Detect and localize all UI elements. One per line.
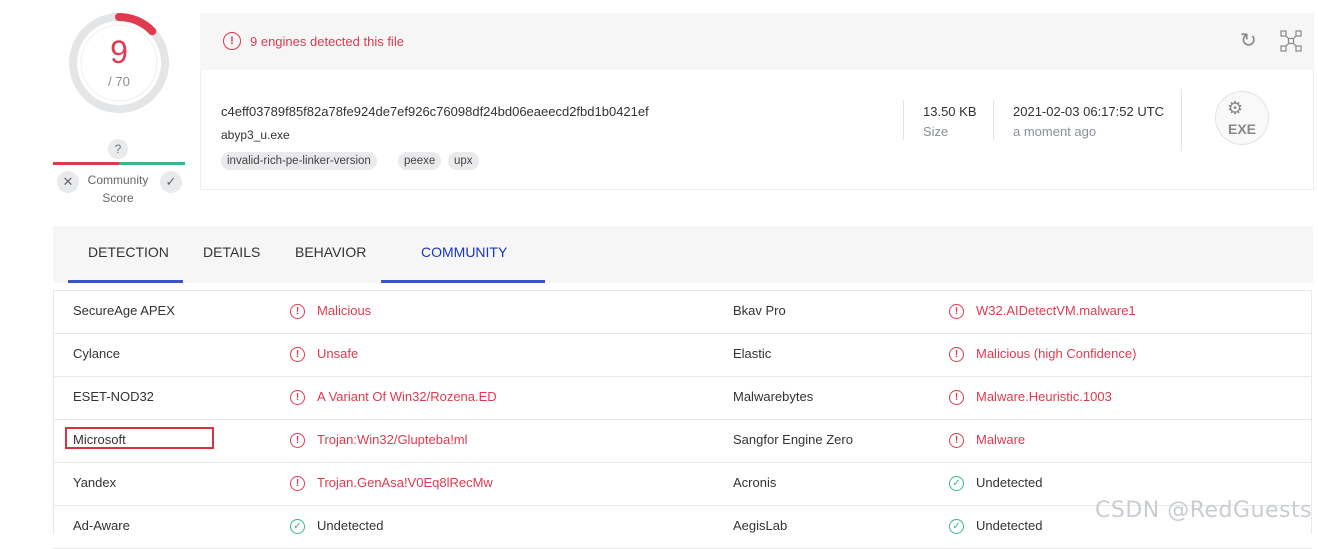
community-score-bar — [53, 162, 185, 165]
detection-result: Malicious (high Confidence) — [976, 346, 1137, 361]
check-circle-icon: ✓ — [290, 519, 305, 534]
graph-icon[interactable] — [1280, 30, 1302, 52]
alert-icon: ! — [223, 32, 241, 50]
row-divider — [53, 462, 1312, 463]
divider — [993, 100, 994, 140]
check-circle-icon: ✓ — [949, 476, 964, 491]
engine-name: AegisLab — [733, 518, 788, 533]
row-divider — [53, 333, 1312, 334]
engine-name: Yandex — [73, 475, 117, 490]
watermark: CSDN @RedGuests — [1095, 498, 1313, 523]
detection-result: W32.AIDetectVM.malware1 — [976, 303, 1136, 318]
divider — [903, 100, 904, 140]
alert-icon: ! — [290, 433, 305, 448]
community-score-label: Community Score — [87, 173, 149, 205]
reload-icon[interactable]: ↻ — [1240, 31, 1260, 51]
highlight-box — [65, 427, 214, 449]
file-tag[interactable]: invalid-rich-pe-linker-version — [221, 152, 377, 170]
analysis-date-relative: a moment ago — [1013, 124, 1097, 139]
check-icon: ✓ — [165, 174, 177, 189]
file-info-panel — [200, 70, 1314, 190]
detection-result: Undetected — [317, 518, 384, 533]
engine-name: Acronis — [733, 475, 777, 490]
file-tag[interactable]: peexe — [398, 152, 442, 170]
engine-name: Cylance — [73, 346, 120, 361]
alert-icon: ! — [290, 390, 305, 405]
tab-behavior[interactable]: BEHAVIOR — [295, 244, 366, 260]
community-negative-bar — [53, 162, 119, 165]
alert-icon: ! — [949, 347, 964, 362]
alert-icon: ! — [949, 304, 964, 319]
engine-name: SecureAge APEX — [73, 303, 175, 318]
detection-result: Trojan:Win32/Glupteba!ml — [317, 432, 468, 447]
alert-icon: ! — [949, 433, 964, 448]
community-unknown-icon: ? — [108, 139, 128, 159]
file-tag[interactable]: upx — [448, 152, 479, 170]
alert-icon: ! — [290, 347, 305, 362]
row-divider — [53, 419, 1312, 420]
file-name: abyp3_u.exe — [221, 128, 290, 142]
vote-down-button[interactable]: ✕ — [57, 171, 79, 193]
alert-icon: ! — [290, 304, 305, 319]
detection-result: Malware — [976, 432, 1026, 447]
engine-total: / 70 — [108, 74, 130, 89]
tab-detection-underline — [68, 280, 183, 283]
file-type-label: EXE — [1227, 121, 1256, 137]
detection-count: 9 — [110, 34, 128, 70]
row-divider — [53, 376, 1312, 377]
detection-result: Malware.Heuristic.1003 — [976, 389, 1112, 404]
vote-up-button[interactable]: ✓ — [160, 171, 182, 193]
detection-result: A Variant Of Win32/Rozena.ED — [317, 389, 497, 404]
gear-icon: ⚙ — [1227, 98, 1244, 118]
engine-name: Sangfor Engine Zero — [733, 432, 853, 447]
detection-result: Undetected — [976, 518, 1043, 533]
engine-name: Elastic — [733, 346, 772, 361]
analysis-date: 2021-02-03 06:17:52 UTC — [1013, 104, 1165, 119]
file-size-label: Size — [923, 124, 949, 139]
detection-result: Malicious — [317, 303, 372, 318]
tab-community-underline — [381, 280, 545, 283]
community-positive-bar — [119, 162, 185, 165]
file-hash[interactable]: c4eff03789f85f82a78fe924de7ef926c76098df… — [221, 104, 649, 119]
detection-result: Unsafe — [317, 346, 359, 361]
detection-result: Trojan.GenAsa!V0Eq8lRecMw — [317, 475, 493, 490]
tab-community[interactable]: COMMUNITY — [421, 244, 507, 260]
close-icon: ✕ — [62, 174, 74, 189]
detection-result: Undetected — [976, 475, 1043, 490]
engine-name: Ad-Aware — [73, 518, 130, 533]
engine-name: ESET-NOD32 — [73, 389, 154, 404]
file-size: 13.50 KB — [923, 104, 977, 119]
detection-banner-text: 9 engines detected this file — [250, 34, 404, 49]
divider — [1181, 90, 1182, 150]
alert-icon: ! — [949, 390, 964, 405]
engine-name: Malwarebytes — [733, 389, 814, 404]
tab-detection[interactable]: DETECTION — [88, 244, 169, 260]
alert-icon: ! — [290, 476, 305, 491]
tab-details[interactable]: DETAILS — [203, 244, 260, 260]
row-divider — [53, 290, 1312, 291]
check-circle-icon: ✓ — [949, 519, 964, 534]
engine-name: Bkav Pro — [733, 303, 786, 318]
